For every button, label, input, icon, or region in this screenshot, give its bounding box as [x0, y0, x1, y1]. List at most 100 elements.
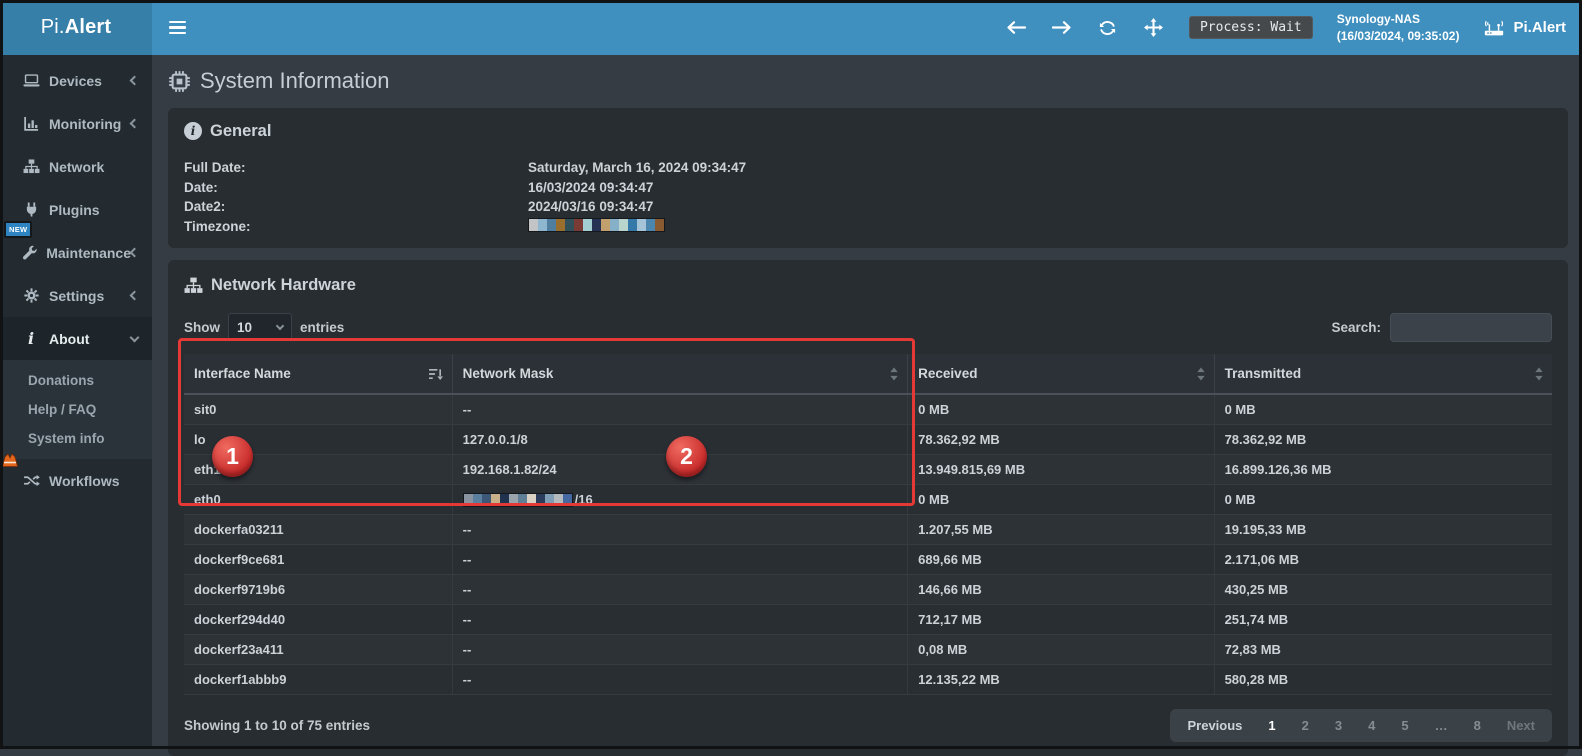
redacted-eth0-mask: [463, 493, 573, 507]
chevron-left-icon: [130, 291, 140, 301]
cell-network-mask: --: [452, 635, 908, 665]
cell-network-mask: --: [452, 665, 908, 695]
refresh-icon[interactable]: [1097, 16, 1119, 40]
network-hardware-title: Network Hardware: [211, 276, 356, 295]
cell-network-mask: 127.0.0.1/8: [452, 425, 908, 455]
logo-prefix: Pi.: [41, 16, 65, 39]
top-navbar: Pi.Alert Process: Wait Synology-NAS (16/…: [0, 0, 1582, 55]
cell-received: 689,66 MB: [908, 545, 1214, 575]
cell-received: 0 MB: [908, 394, 1214, 425]
general-fields: Full Date:Saturday, March 16, 2024 09:34…: [184, 158, 1552, 236]
general-panel-title: General: [210, 122, 271, 141]
general-field-row: Timezone:: [184, 217, 1552, 237]
cell-interface-name: dockerf23a411: [184, 635, 452, 665]
page-size-select[interactable]: 10: [228, 313, 292, 341]
chevron-down-icon: [276, 322, 284, 330]
about-submenu: DonationsHelp / FAQSystem info: [0, 360, 152, 459]
field-value: [528, 217, 1552, 237]
cell-received: 1.207,55 MB: [908, 515, 1214, 545]
sidebar-item-settings[interactable]: Settings: [0, 274, 152, 317]
sort-icon[interactable]: [1196, 367, 1206, 380]
sidebar-item-about[interactable]: iAbout: [0, 317, 152, 360]
pagination-previous[interactable]: Previous: [1174, 712, 1255, 739]
process-status-badge: Process: Wait: [1189, 16, 1313, 39]
sidebar-item-workflows[interactable]: Workflows: [0, 459, 152, 502]
search-label: Search:: [1331, 320, 1381, 335]
column-header-interface-name[interactable]: Interface Name: [184, 354, 452, 394]
back-arrow-icon[interactable]: [1005, 16, 1027, 40]
menu-toggle-icon[interactable]: [152, 0, 202, 55]
move-icon[interactable]: [1143, 16, 1165, 40]
showing-entries-text: Showing 1 to 10 of 75 entries: [184, 718, 370, 733]
pagination-next[interactable]: Next: [1494, 712, 1548, 739]
field-label: Date2:: [184, 197, 528, 217]
sidebar: DevicesMonitoringNetwork Plugins NEWMainte…: [0, 55, 152, 749]
sort-desc-icon[interactable]: [428, 367, 444, 380]
table-row: sit0--0 MB0 MB: [184, 394, 1552, 425]
cell-transmitted: 0 MB: [1214, 485, 1552, 515]
sidebar-subitem-help-faq[interactable]: Help / FAQ: [0, 395, 152, 424]
cell-network-mask: --: [452, 575, 908, 605]
general-field-row: Date:16/03/2024 09:34:47: [184, 178, 1552, 198]
cell-received: 12.135,22 MB: [908, 665, 1214, 695]
wrench-icon: [20, 245, 39, 260]
cell-network-mask: --: [452, 545, 908, 575]
sidebar-subitem-system-info[interactable]: System info: [0, 424, 152, 453]
cell-transmitted: 580,28 MB: [1214, 665, 1552, 695]
cell-interface-name: eth1: [184, 455, 452, 485]
cell-network-mask: /16: [452, 485, 908, 515]
sidebar-item-devices[interactable]: Devices: [0, 59, 152, 102]
pagination-page-3[interactable]: 3: [1322, 712, 1355, 739]
sidebar-subitem-donations[interactable]: Donations: [0, 366, 152, 395]
pagination-page-8[interactable]: 8: [1461, 712, 1494, 739]
cell-received: 0,08 MB: [908, 635, 1214, 665]
pagination: Previous12345…8Next: [1170, 709, 1552, 742]
forward-arrow-icon[interactable]: [1051, 16, 1073, 40]
general-field-row: Full Date:Saturday, March 16, 2024 09:34…: [184, 158, 1552, 178]
sort-icon[interactable]: [1534, 367, 1544, 380]
general-panel: i General Full Date:Saturday, March 16, …: [168, 108, 1568, 248]
page-size-value: 10: [237, 320, 252, 335]
field-value: 16/03/2024 09:34:47: [528, 178, 1552, 198]
cell-received: 0 MB: [908, 485, 1214, 515]
router-icon: [1483, 16, 1505, 40]
sort-icon[interactable]: [889, 367, 899, 380]
laptop-icon: [20, 74, 42, 88]
cell-network-mask: --: [452, 394, 908, 425]
cell-transmitted: 0 MB: [1214, 394, 1552, 425]
sidebar-item-label: About: [49, 331, 131, 347]
pagination-page-…[interactable]: …: [1422, 712, 1461, 739]
cell-received: 78.362,92 MB: [908, 425, 1214, 455]
redacted-mask: /16: [463, 492, 898, 507]
mask-suffix: /16: [575, 492, 593, 507]
pagination-page-1[interactable]: 1: [1255, 712, 1288, 739]
pagination-page-5[interactable]: 5: [1388, 712, 1421, 739]
column-header-network-mask[interactable]: Network Mask: [452, 354, 908, 394]
sidebar-item-label: Maintenance: [46, 245, 131, 261]
general-field-row: Date2:2024/03/16 09:34:47: [184, 197, 1552, 217]
cell-transmitted: 19.195,33 MB: [1214, 515, 1552, 545]
sidebar-item-monitoring[interactable]: Monitoring: [0, 102, 152, 145]
column-header-transmitted[interactable]: Transmitted: [1214, 354, 1552, 394]
field-value: 2024/03/16 09:34:47: [528, 197, 1552, 217]
brand-label: Pi.Alert: [1513, 19, 1566, 36]
sidebar-item-label: Plugins: [49, 202, 142, 218]
cell-interface-name: dockerfa03211: [184, 515, 452, 545]
sidebar-item-network[interactable]: Network: [0, 145, 152, 188]
pagination-page-4[interactable]: 4: [1355, 712, 1388, 739]
cell-interface-name: eth0: [184, 485, 452, 515]
sidebar-item-maintenance[interactable]: NEWMaintenance: [0, 231, 152, 274]
search-input[interactable]: [1390, 313, 1552, 342]
chevron-left-icon: [130, 119, 140, 129]
cell-received: 13.949.815,69 MB: [908, 455, 1214, 485]
show-label: Show: [184, 320, 220, 335]
host-name: Synology-NAS: [1337, 11, 1460, 28]
cell-interface-name: dockerf294d40: [184, 605, 452, 635]
column-header-received[interactable]: Received: [908, 354, 1214, 394]
table-row: dockerf23a411--0,08 MB72,83 MB: [184, 635, 1552, 665]
table-row: dockerf1abbb9--12.135,22 MB580,28 MB: [184, 665, 1552, 695]
cell-interface-name: dockerf9719b6: [184, 575, 452, 605]
construction-vest-icon: [1, 452, 19, 468]
pagination-page-2[interactable]: 2: [1289, 712, 1322, 739]
app-logo[interactable]: Pi.Alert: [0, 0, 152, 55]
